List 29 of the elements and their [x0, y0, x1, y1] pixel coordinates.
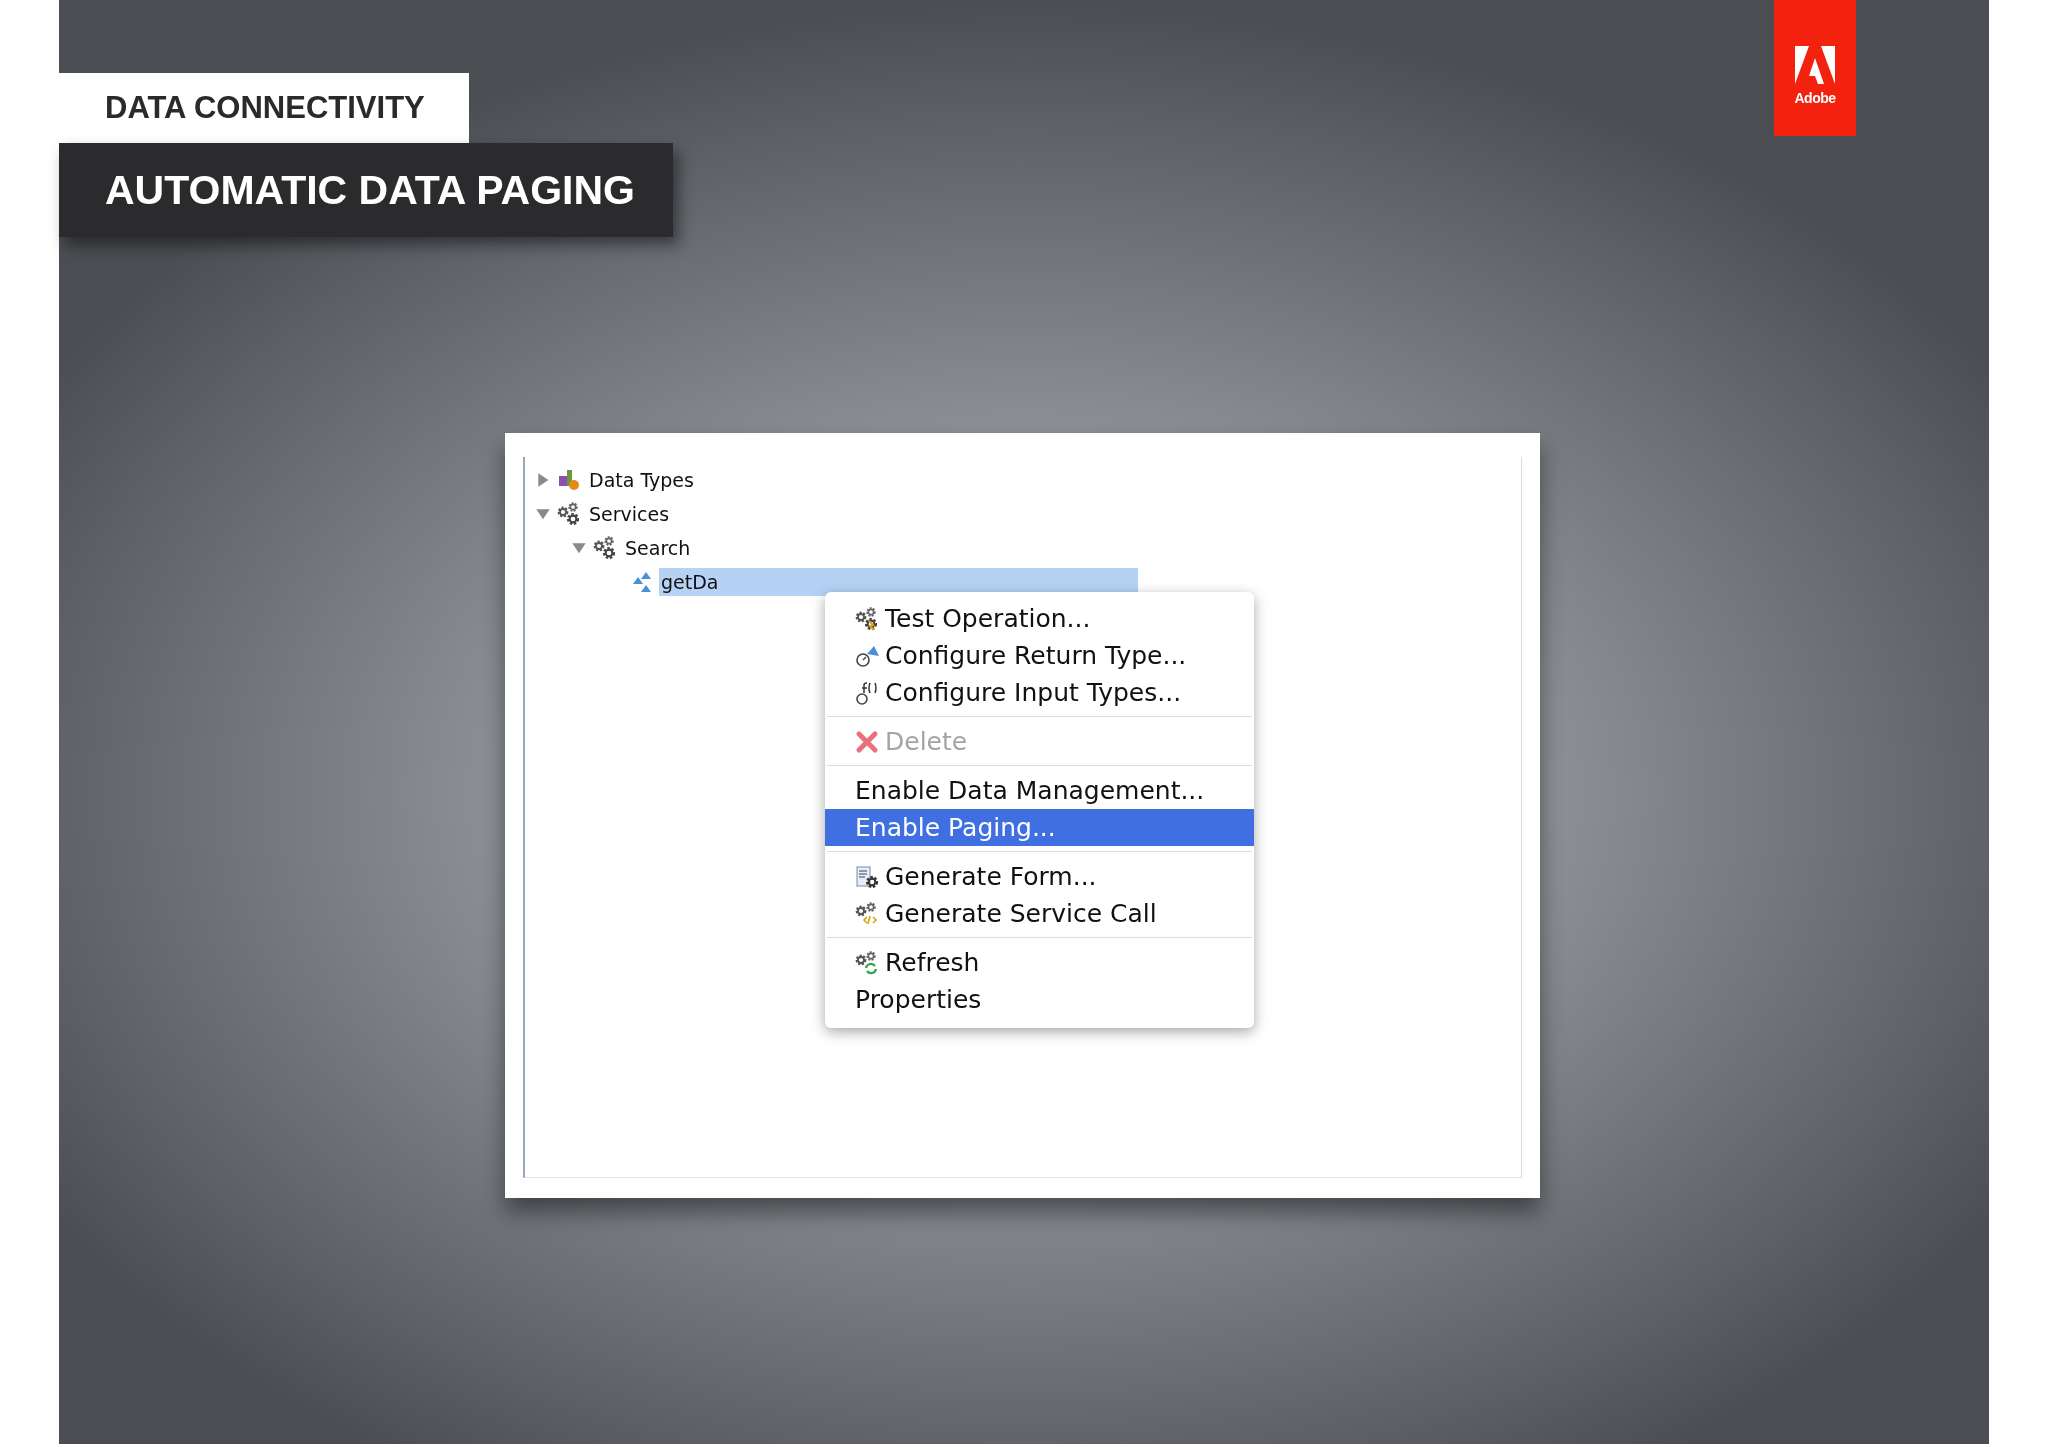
delete-icon [855, 729, 879, 754]
menu-item[interactable]: Enable Paging... [825, 809, 1254, 846]
gears-icon [855, 606, 879, 631]
gears-icon [593, 536, 617, 560]
tree-item[interactable]: Search [623, 533, 693, 563]
form-icon [855, 864, 879, 889]
logo-icon [1795, 45, 1835, 84]
tree-item[interactable]: Services [587, 499, 672, 529]
gears-icon [855, 901, 879, 926]
slide-title: AUTOMATIC DATA PAGING [59, 143, 673, 237]
tree-item[interactable]: getDa [659, 567, 1139, 597]
gears-icon [557, 502, 581, 526]
menu-item[interactable]: Test Operation... [825, 600, 1254, 637]
menu-item[interactable]: Generate Form... [825, 858, 1254, 895]
menu-item[interactable]: Properties [825, 981, 1254, 1018]
refresh-icon [855, 950, 879, 975]
menu-item[interactable]: Configure Return Type... [825, 637, 1254, 674]
disclosure-triangle-icon[interactable] [535, 506, 551, 522]
menu-item[interactable]: Configure Input Types... [825, 674, 1254, 711]
menu-item[interactable]: Generate Service Call [825, 895, 1254, 932]
logo-text: Adobe [1794, 88, 1836, 108]
cubes-icon [557, 468, 581, 492]
tree-item[interactable]: Data Types [587, 465, 696, 495]
disclosure-triangle-icon[interactable] [571, 540, 587, 556]
slide-category-label: DATA CONNECTIVITY [59, 73, 469, 143]
menu-item[interactable]: Refresh [825, 944, 1254, 981]
disclosure-triangle-icon[interactable] [535, 472, 551, 488]
function-icon [855, 680, 879, 705]
menu-item[interactable]: Enable Data Management... [825, 772, 1254, 809]
